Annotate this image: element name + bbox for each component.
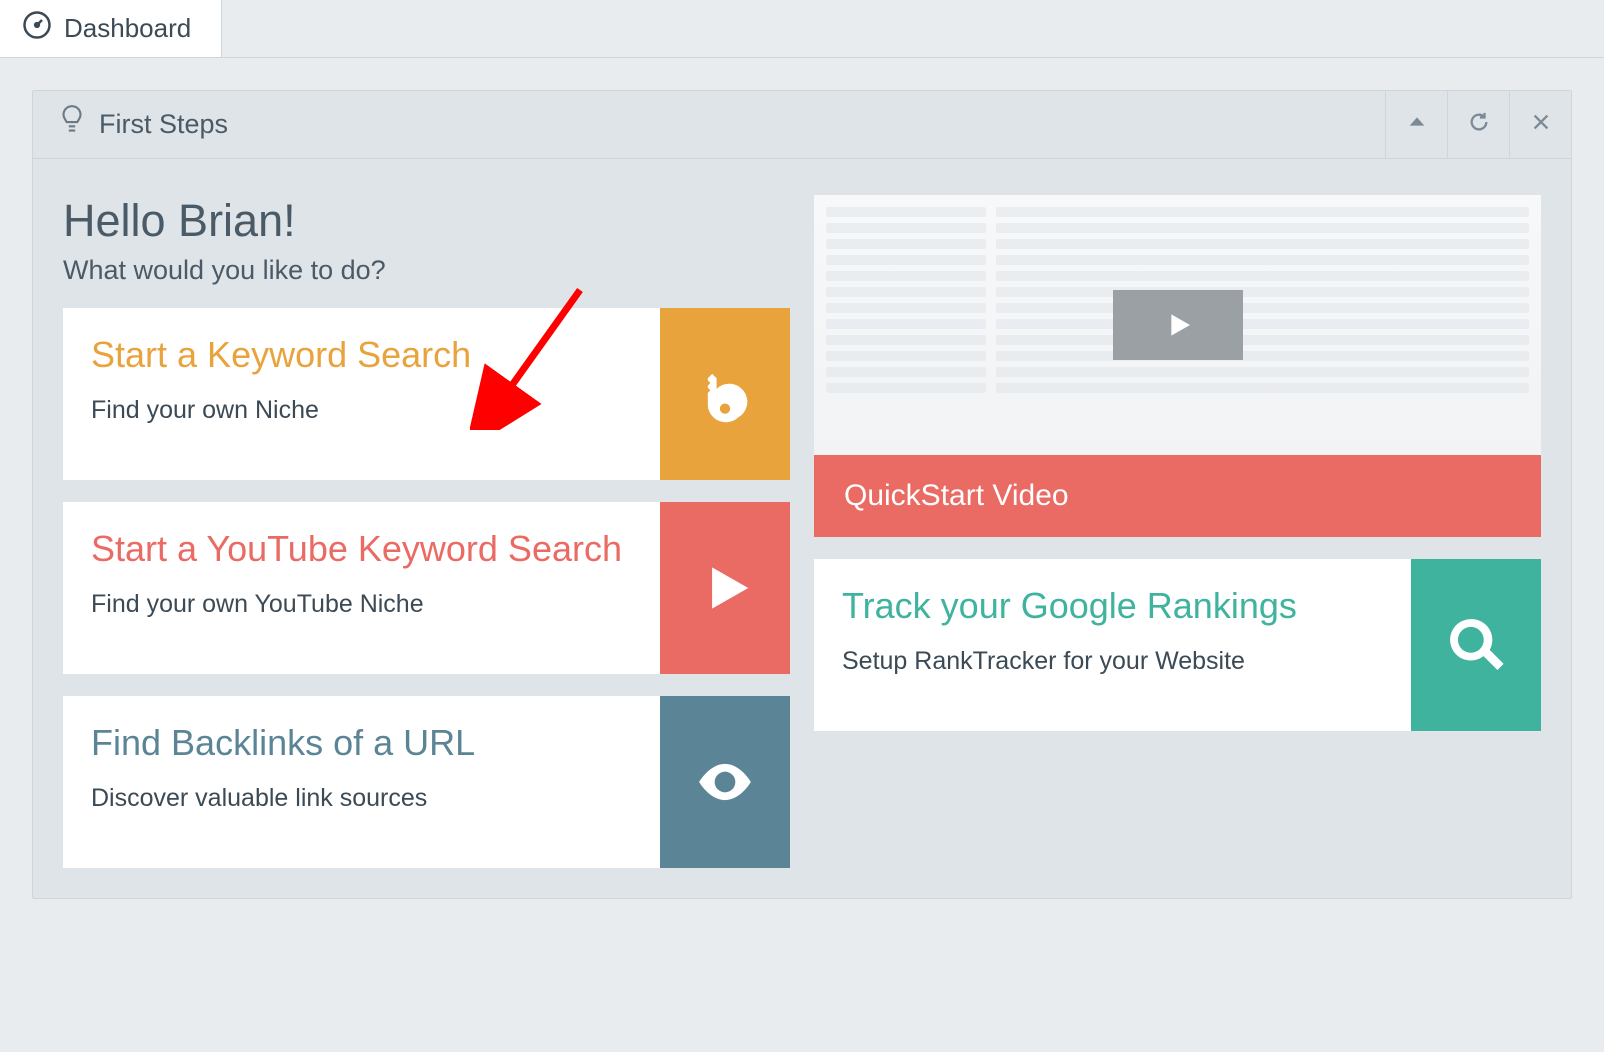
panel-title-wrap: First Steps (59, 104, 1385, 145)
tile-title: Find Backlinks of a URL (91, 722, 632, 764)
collapse-button[interactable] (1385, 91, 1447, 159)
close-icon (1530, 111, 1552, 138)
tile-title: Start a Keyword Search (91, 334, 632, 376)
tile-subtitle: Find your own Niche (91, 396, 632, 425)
tab-bar: Dashboard (0, 0, 1604, 58)
close-button[interactable] (1509, 91, 1571, 159)
first-steps-panel: First Steps (32, 90, 1572, 899)
tab-label: Dashboard (64, 13, 191, 44)
tile-text: Start a YouTube Keyword Search Find your… (63, 502, 660, 674)
tile-subtitle: Find your own YouTube Niche (91, 590, 632, 619)
lightbulb-icon (59, 104, 85, 145)
triangle-up-icon (1406, 111, 1428, 138)
refresh-icon (1468, 111, 1490, 138)
greeting: Hello Brian! What would you like to do? (63, 195, 790, 286)
key-icon (660, 308, 790, 480)
gauge-icon (22, 10, 52, 47)
eye-icon (660, 696, 790, 868)
tile-text: Start a Keyword Search Find your own Nic… (63, 308, 660, 480)
tile-subtitle: Setup RankTracker for your Website (842, 647, 1383, 676)
panel-actions (1385, 91, 1571, 159)
video-label: QuickStart Video (814, 455, 1541, 537)
greeting-title: Hello Brian! (63, 195, 790, 247)
panel-title: First Steps (99, 109, 228, 140)
tile-title: Start a YouTube Keyword Search (91, 528, 632, 570)
quickstart-video-card[interactable]: QuickStart Video (814, 195, 1541, 537)
tab-dashboard[interactable]: Dashboard (0, 0, 222, 57)
magnifier-icon (1411, 559, 1541, 731)
right-column: QuickStart Video Track your Google Ranki… (814, 195, 1541, 868)
tile-title: Track your Google Rankings (842, 585, 1383, 627)
play-icon (660, 502, 790, 674)
tile-text: Find Backlinks of a URL Discover valuabl… (63, 696, 660, 868)
tile-backlinks[interactable]: Find Backlinks of a URL Discover valuabl… (63, 696, 790, 868)
panel-body: Hello Brian! What would you like to do? … (33, 159, 1571, 898)
refresh-button[interactable] (1447, 91, 1509, 159)
panel-header: First Steps (33, 91, 1571, 159)
tile-youtube-keyword[interactable]: Start a YouTube Keyword Search Find your… (63, 502, 790, 674)
play-button-overlay (1113, 290, 1243, 360)
tile-keyword-search[interactable]: Start a Keyword Search Find your own Nic… (63, 308, 790, 480)
tile-text: Track your Google Rankings Setup RankTra… (814, 559, 1411, 731)
video-thumbnail (814, 195, 1541, 455)
left-column: Hello Brian! What would you like to do? … (63, 195, 790, 868)
greeting-subtitle: What would you like to do? (63, 255, 790, 286)
tile-subtitle: Discover valuable link sources (91, 784, 632, 813)
tile-ranktracker[interactable]: Track your Google Rankings Setup RankTra… (814, 559, 1541, 731)
